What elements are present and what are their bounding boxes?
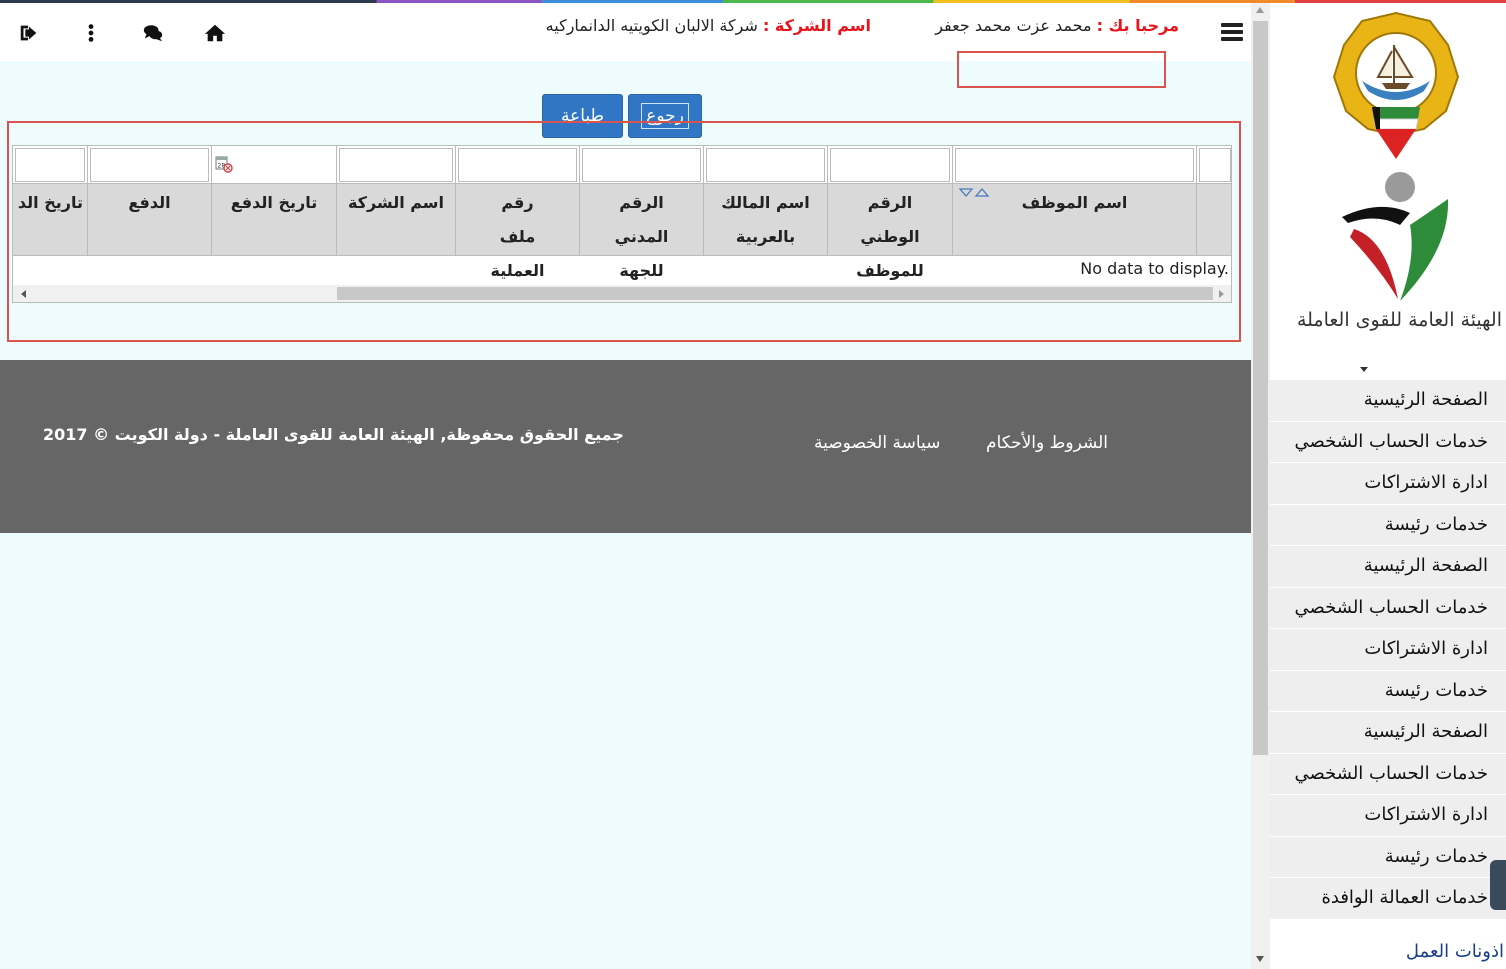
terms-link[interactable]: الشروط والأحكام	[986, 433, 1108, 453]
sidebar-item-account-services[interactable]: خدمات الحساب الشخصي	[1270, 421, 1506, 463]
column-header[interactable]: الرقم المدني للجهة	[580, 184, 704, 280]
sort-icon[interactable]	[959, 188, 993, 198]
chat-icon[interactable]	[141, 21, 165, 45]
kuwait-emblem-logo	[1332, 11, 1460, 159]
footer: جميع الحقوق محفوظة, الهيئة العامة للقوى …	[0, 360, 1251, 533]
welcome-info: مرحبا بك : محمد عزت محمد جعفر	[935, 16, 1179, 35]
menu-icon[interactable]	[1221, 23, 1243, 41]
company-info: اسم الشركة : شركة الالبان الكويتيه الدان…	[546, 16, 871, 35]
column-header-label: اسم الموظف	[1021, 193, 1128, 212]
column-header[interactable]: الدفع	[88, 184, 212, 256]
column-header[interactable]: اسم المالك بالعربية	[704, 184, 828, 256]
column-header-employee[interactable]: اسم الموظف	[953, 184, 1197, 256]
sidebar-menu: الصفحة الرئيسية خدمات الحساب الشخصي ادار…	[1270, 380, 1506, 920]
sidebar-item-home[interactable]: الصفحة الرئيسية	[1270, 380, 1506, 422]
filter-cell[interactable]	[580, 146, 704, 184]
scroll-up-icon[interactable]	[1256, 7, 1264, 13]
scrollbar-thumb[interactable]	[1253, 21, 1268, 755]
chevron-down-icon[interactable]	[1360, 367, 1368, 372]
scrollbar-thumb[interactable]	[337, 287, 1213, 300]
sidebar-item-subscriptions[interactable]: ادارة الاشتراكات	[1270, 795, 1506, 837]
more-vertical-icon[interactable]	[79, 21, 103, 45]
logout-icon[interactable]	[17, 21, 41, 45]
column-header[interactable]: الرقم الوطني للموظف	[828, 184, 953, 280]
header-row: تاريخ الد الدفع تاريخ الدفع اسم الشركة ر…	[13, 184, 1231, 280]
copyright-text: جميع الحقوق محفوظة, الهيئة العامة للقوى …	[43, 425, 624, 444]
filter-cell[interactable]	[456, 146, 580, 184]
sidebar-item-main-services[interactable]: خدمات رئيسة	[1270, 836, 1506, 878]
highlight-box	[957, 51, 1166, 88]
vertical-scrollbar[interactable]	[1251, 3, 1270, 969]
calendar-clear-icon[interactable]: 28	[215, 155, 233, 173]
filter-cell[interactable]	[337, 146, 456, 184]
pam-logo	[1342, 172, 1449, 301]
horizontal-scrollbar[interactable]	[13, 285, 1231, 302]
privacy-link[interactable]: سياسة الخصوصية	[814, 433, 940, 453]
sidebar-subitem-work-permits[interactable]: اذونات العمل	[1406, 941, 1504, 962]
welcome-label: مرحبا بك :	[1096, 16, 1179, 35]
side-panel-tab[interactable]	[1490, 860, 1506, 910]
home-icon[interactable]	[203, 21, 227, 45]
filter-cell[interactable]	[88, 146, 212, 184]
sidebar-item-subscriptions[interactable]: ادارة الاشتراكات	[1270, 463, 1506, 505]
data-grid: 28 تاريخ الد الدفع تاريخ الدفع اسم الشرك…	[12, 145, 1232, 303]
user-name: محمد عزت محمد جعفر	[935, 16, 1092, 35]
column-header[interactable]: اسم الشركة	[337, 184, 456, 256]
sidebar-item-main-services[interactable]: خدمات رئيسة	[1270, 670, 1506, 712]
row-selector-header	[1197, 184, 1231, 256]
org-name: الهيئة العامة للقوى العاملة	[1296, 309, 1502, 331]
company-name: شركة الالبان الكويتيه الدانماركيه	[545, 16, 758, 35]
filter-cell[interactable]	[953, 146, 1197, 184]
filter-cell[interactable]	[13, 146, 88, 184]
filter-cell-date[interactable]: 28	[212, 146, 337, 184]
sidebar-item-subscriptions[interactable]: ادارة الاشتراكات	[1270, 629, 1506, 671]
scroll-right-icon[interactable]	[1219, 290, 1224, 298]
filter-cell[interactable]	[1197, 146, 1231, 184]
sidebar-item-account-services[interactable]: خدمات الحساب الشخصي	[1270, 587, 1506, 629]
sidebar-item-main-services[interactable]: خدمات رئيسة	[1270, 504, 1506, 546]
company-label: اسم الشركة :	[762, 16, 871, 35]
scroll-down-icon[interactable]	[1256, 956, 1264, 962]
column-header[interactable]: تاريخ الدفع	[212, 184, 337, 256]
scroll-left-icon[interactable]	[21, 290, 26, 298]
column-header[interactable]: رقم ملف العملية	[456, 184, 580, 280]
sidebar-item-expat-services[interactable]: خدمات العمالة الوافدة	[1270, 878, 1506, 920]
sidebar: الهيئة العامة للقوى العاملة الصفحة الرئي…	[1270, 3, 1506, 969]
filter-cell[interactable]	[828, 146, 953, 184]
sidebar-item-home[interactable]: الصفحة الرئيسية	[1270, 712, 1506, 754]
sidebar-item-account-services[interactable]: خدمات الحساب الشخصي	[1270, 753, 1506, 795]
column-header[interactable]: تاريخ الد	[13, 184, 88, 256]
filter-row: 28	[13, 146, 1231, 184]
filter-cell[interactable]	[704, 146, 828, 184]
sidebar-item-home[interactable]: الصفحة الرئيسية	[1270, 546, 1506, 588]
empty-message: No data to display.	[1080, 259, 1229, 278]
